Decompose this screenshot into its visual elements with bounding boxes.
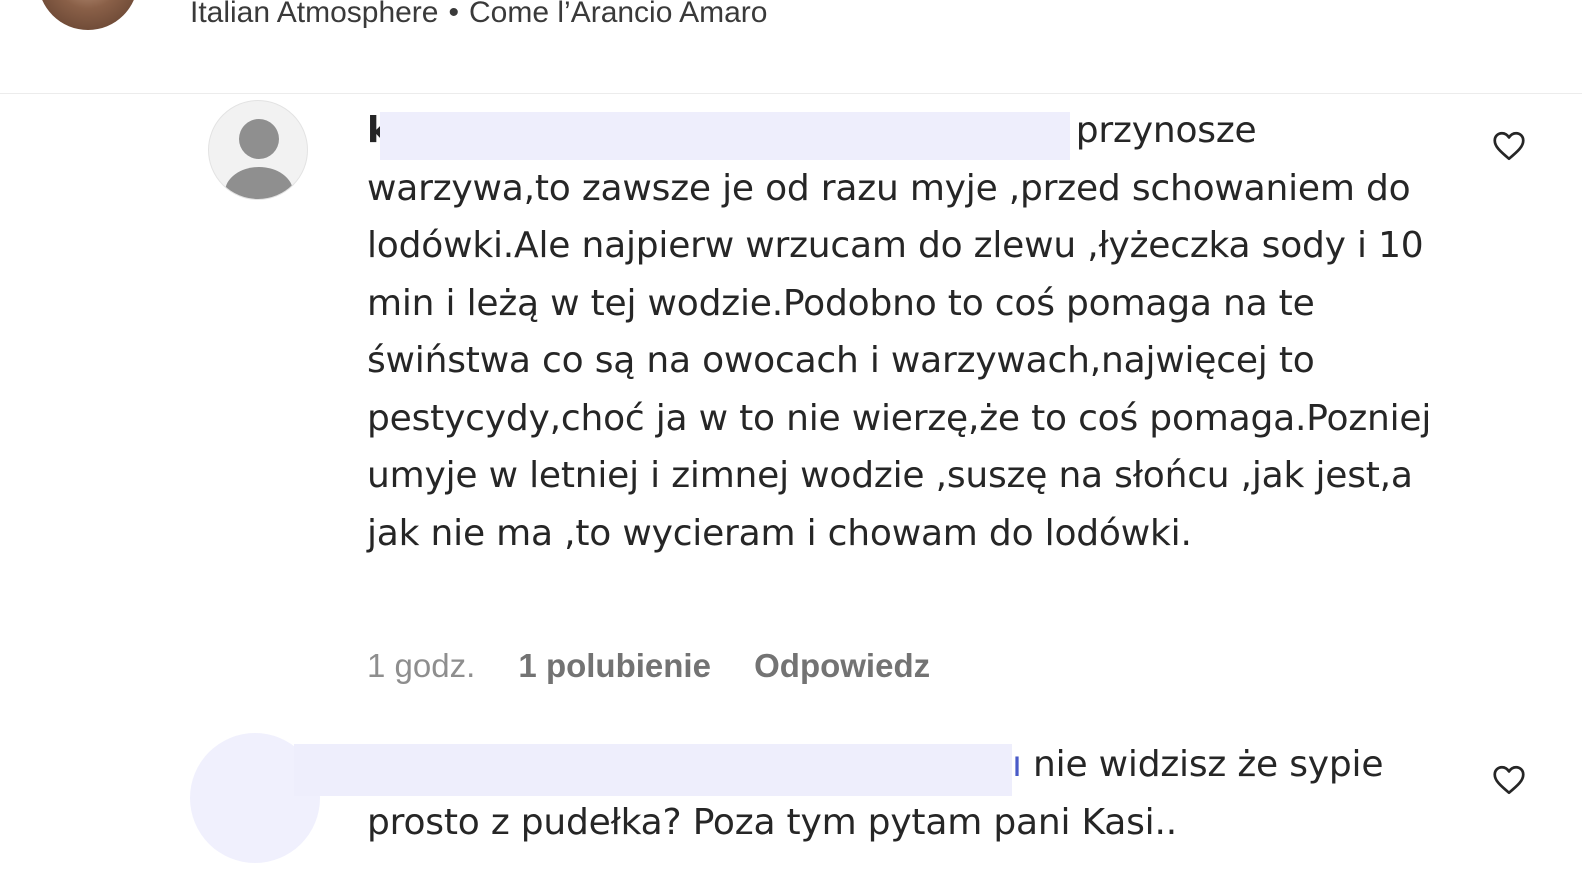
avatar-head-shape [239, 119, 279, 159]
reply-button[interactable]: Odpowiedz [754, 647, 930, 684]
avatar-body-shape [225, 167, 293, 199]
redaction-box [294, 744, 1012, 796]
author-avatar[interactable] [38, 0, 138, 30]
post-header: Italian Atmosphere • Come l’Arancio Amaro [0, 0, 1582, 94]
heart-icon[interactable] [1490, 128, 1528, 164]
audio-attribution[interactable]: Italian Atmosphere • Come l’Arancio Amaro [190, 0, 767, 30]
heart-icon[interactable] [1490, 762, 1528, 798]
comment-item: ı nie widzisz że sypie prosto z pudełka?… [0, 730, 1582, 883]
comment-body: kr właśnie skąd ona to wie.Ha ha,ja jak … [367, 102, 1432, 562]
comment-likes-button[interactable]: 1 polubienie [518, 647, 711, 684]
audio-artist: Italian Atmosphere [190, 0, 439, 29]
separator-dot: • [448, 0, 459, 29]
redaction-box [380, 112, 1070, 160]
default-avatar-icon[interactable] [208, 100, 308, 200]
comment-item: kr właśnie skąd ona to wie.Ha ha,ja jak … [0, 100, 1582, 710]
comment-meta: 1 godz. 1 polubienie Odpowiedz [367, 647, 964, 685]
audio-track: Come l’Arancio Amaro [469, 0, 768, 29]
comment-time: 1 godz. [367, 647, 476, 684]
comment-text: właśnie skąd ona to wie.Ha ha,ja jak prz… [367, 110, 1432, 554]
